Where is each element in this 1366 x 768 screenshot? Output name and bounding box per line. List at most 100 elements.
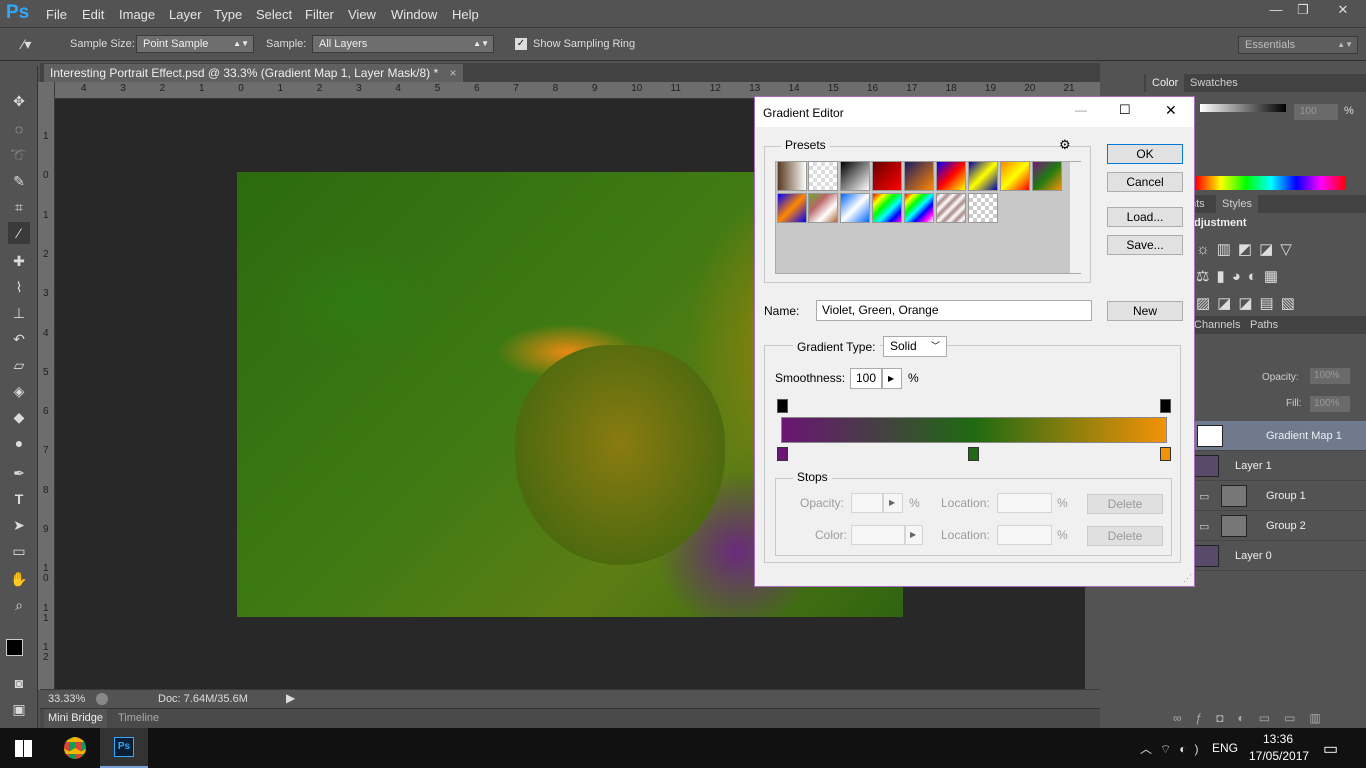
- stop-color-swatch[interactable]: [851, 525, 905, 545]
- menu-image[interactable]: Image: [119, 7, 155, 22]
- menu-file[interactable]: File: [46, 7, 67, 22]
- preset-swatch[interactable]: [872, 193, 902, 223]
- crop-tool-icon[interactable]: ⌗: [8, 196, 30, 218]
- preset-swatch[interactable]: [1000, 161, 1030, 191]
- opacity-delete-button[interactable]: Delete: [1087, 494, 1163, 514]
- menu-type[interactable]: Type: [214, 7, 242, 22]
- layer-fill-field[interactable]: 100%: [1310, 396, 1350, 412]
- tab-color[interactable]: Color: [1146, 74, 1185, 92]
- sample-size-select[interactable]: Point Sample ▲▼: [136, 35, 254, 53]
- sampling-ring-checkbox[interactable]: ✓: [515, 38, 527, 50]
- rectangle-tool-icon[interactable]: ▭: [8, 540, 30, 562]
- minimize-icon[interactable]: —: [1263, 0, 1289, 20]
- healing-brush-icon[interactable]: ✚: [8, 250, 30, 272]
- menu-view[interactable]: View: [348, 7, 376, 22]
- preset-swatch[interactable]: [777, 161, 807, 191]
- notifications-icon[interactable]: ▭: [1323, 739, 1338, 759]
- screen-mode-icon[interactable]: ▣: [8, 698, 30, 720]
- gradient-preview-bar[interactable]: [781, 417, 1167, 443]
- language-indicator[interactable]: ENG: [1212, 741, 1238, 755]
- history-brush-icon[interactable]: ↶: [8, 328, 30, 350]
- smoothness-arrow-icon[interactable]: ▶: [882, 368, 902, 389]
- new-button[interactable]: New: [1107, 301, 1183, 321]
- brush-tool-icon[interactable]: ⌇: [8, 276, 30, 298]
- preset-swatch[interactable]: [808, 161, 838, 191]
- dialog-close-icon[interactable]: ✕: [1165, 102, 1177, 119]
- menu-window[interactable]: Window: [391, 7, 437, 22]
- status-info-icon[interactable]: [96, 693, 108, 705]
- eyedropper-icon[interactable]: ⁄▾: [22, 36, 31, 53]
- restore-icon[interactable]: ❐: [1290, 0, 1316, 20]
- eraser-tool-icon[interactable]: ▱: [8, 354, 30, 376]
- save-button[interactable]: Save...: [1107, 235, 1183, 255]
- eyedropper-tool-icon[interactable]: ⁄: [8, 222, 30, 244]
- preset-swatch[interactable]: [904, 193, 934, 223]
- path-select-icon[interactable]: ➤: [8, 514, 30, 536]
- tab-styles[interactable]: Styles: [1216, 195, 1258, 213]
- zoom-tool-icon[interactable]: ⌕: [8, 594, 30, 616]
- stop-opacity-input[interactable]: [851, 493, 883, 513]
- close-icon[interactable]: ✕: [1326, 0, 1360, 20]
- type-tool-icon[interactable]: T: [8, 488, 30, 510]
- blur-tool-icon[interactable]: ◆: [8, 406, 30, 428]
- menu-layer[interactable]: Layer: [169, 7, 202, 22]
- preset-swatch[interactable]: [840, 193, 870, 223]
- preset-swatch[interactable]: [904, 161, 934, 191]
- menu-select[interactable]: Select: [256, 7, 292, 22]
- hand-tool-icon[interactable]: ✋: [8, 568, 30, 590]
- presets-scrollbar[interactable]: [1070, 162, 1082, 273]
- dialog-maximize-icon[interactable]: ☐: [1119, 102, 1131, 118]
- foreground-color-swatch[interactable]: [6, 639, 23, 656]
- tab-paths[interactable]: Paths: [1250, 319, 1278, 331]
- gradient-type-select[interactable]: Solid ﹀: [883, 336, 947, 357]
- preset-swatch[interactable]: [777, 193, 807, 223]
- gray-slider[interactable]: [1200, 104, 1286, 112]
- presets-gear-icon[interactable]: ⚙: [1059, 137, 1071, 153]
- name-input[interactable]: Violet, Green, Orange: [816, 300, 1092, 321]
- document-tab[interactable]: Interesting Portrait Effect.psd @ 33.3% …: [44, 64, 463, 82]
- close-tab-icon[interactable]: ×: [449, 66, 456, 80]
- dialog-minimize-icon[interactable]: —: [1075, 103, 1087, 117]
- tab-swatches[interactable]: Swatches: [1190, 77, 1238, 89]
- workspace-select[interactable]: Essentials ▲▼: [1238, 36, 1358, 54]
- color-stop-violet[interactable]: [777, 447, 788, 461]
- preset-swatch[interactable]: [872, 161, 902, 191]
- pen-tool-icon[interactable]: ✒: [8, 462, 30, 484]
- color-stop-green[interactable]: [968, 447, 979, 461]
- color-delete-button[interactable]: Delete: [1087, 526, 1163, 546]
- color-stop-orange[interactable]: [1160, 447, 1171, 461]
- color-value-field[interactable]: 100: [1294, 104, 1338, 120]
- ok-button[interactable]: OK: [1107, 144, 1183, 164]
- preset-swatch[interactable]: [968, 193, 998, 223]
- color-location-input[interactable]: [997, 525, 1052, 545]
- lasso-tool-icon[interactable]: ➰: [8, 144, 30, 166]
- preset-swatch[interactable]: [808, 193, 838, 223]
- tray-icons[interactable]: ︿⌔◐): [1140, 740, 1207, 757]
- load-button[interactable]: Load...: [1107, 207, 1183, 227]
- photoshop-taskbar-item[interactable]: Ps: [100, 728, 148, 768]
- cancel-button[interactable]: Cancel: [1107, 172, 1183, 192]
- status-menu-arrow-icon[interactable]: ▶: [286, 691, 295, 705]
- stop-color-arrow-icon[interactable]: ▶: [905, 525, 923, 545]
- clock-time[interactable]: 13:36: [1263, 732, 1293, 746]
- opacity-stop-right[interactable]: [1160, 399, 1171, 413]
- tab-mini-bridge[interactable]: Mini Bridge: [44, 709, 108, 728]
- clock-date[interactable]: 17/05/2017: [1249, 749, 1309, 763]
- stamp-tool-icon[interactable]: ⊥: [8, 302, 30, 324]
- menu-filter[interactable]: Filter: [305, 7, 334, 22]
- chrome-icon[interactable]: [64, 737, 86, 759]
- quick-select-icon[interactable]: ✎: [8, 170, 30, 192]
- resize-grip-icon[interactable]: ⋰: [1183, 573, 1192, 584]
- tab-channels[interactable]: Channels: [1194, 319, 1240, 331]
- windows-start-icon[interactable]: [15, 740, 32, 757]
- marquee-tool-icon[interactable]: ◌: [8, 118, 30, 140]
- stop-opacity-arrow-icon[interactable]: ▶: [883, 493, 903, 513]
- move-tool-icon[interactable]: ✥: [8, 90, 30, 112]
- sample-select[interactable]: All Layers ▲▼: [312, 35, 494, 53]
- preset-swatch[interactable]: [968, 161, 998, 191]
- preset-swatch[interactable]: [936, 161, 966, 191]
- layer-footer-icons[interactable]: ∞ƒ◘◐▭▭▥: [1173, 711, 1335, 725]
- preset-swatch[interactable]: [1032, 161, 1062, 191]
- preset-swatch[interactable]: [840, 161, 870, 191]
- color-spectrum[interactable]: [1196, 176, 1346, 190]
